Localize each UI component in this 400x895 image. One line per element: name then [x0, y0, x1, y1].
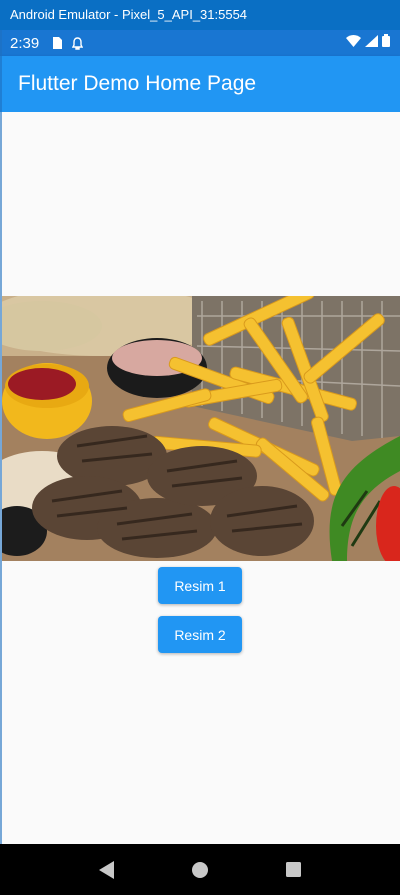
resim-2-button[interactable]: Resim 2 — [158, 616, 242, 653]
home-icon[interactable] — [189, 859, 211, 881]
status-bar: 2:39 — [0, 30, 400, 56]
navigation-bar — [0, 844, 400, 895]
notification-icon — [72, 36, 84, 50]
page-title: Flutter Demo Home Page — [18, 72, 257, 95]
window-title: Android Emulator - Pixel_5_API_31:5554 — [10, 7, 248, 22]
wifi-icon — [346, 34, 361, 52]
recents-icon[interactable] — [282, 859, 304, 881]
battery-icon — [382, 34, 390, 52]
app-bar: Flutter Demo Home Page — [0, 56, 400, 112]
sim-card-icon — [51, 37, 62, 50]
signal-icon — [365, 34, 378, 52]
window-title-bar: Android Emulator - Pixel_5_API_31:5554 — [0, 0, 400, 30]
resim-1-button[interactable]: Resim 1 — [158, 567, 242, 604]
food-image — [2, 296, 400, 561]
back-icon[interactable] — [96, 859, 118, 881]
status-time: 2:39 — [10, 34, 40, 52]
